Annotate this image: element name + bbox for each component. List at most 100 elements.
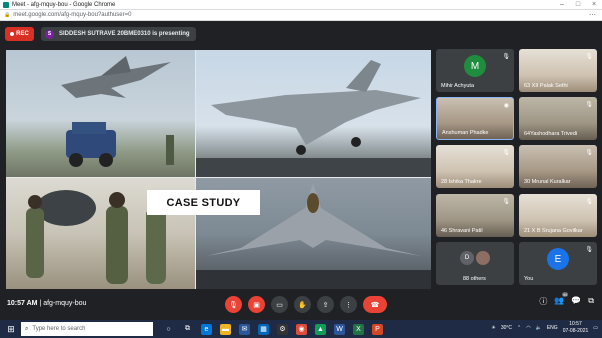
recording-badge[interactable]: REC <box>5 27 34 41</box>
participant-tile[interactable]: ◉ Anshuman Phadke <box>436 97 514 140</box>
temperature[interactable]: 30°C <box>501 325 512 331</box>
participant-avatar <box>476 251 490 265</box>
record-dot-icon <box>10 32 15 36</box>
activities-button[interactable]: ⧉ <box>588 296 594 307</box>
meet-control-bar: 10:57 AM | afg-mquy-bou 🎙 ▣ ▭ ✋ ⇪ ⋮ ☎ ⓘ … <box>0 290 602 319</box>
wifi-icon[interactable]: ◠ <box>526 325 530 331</box>
presenting-text: SIDDESH SUTRAVE 20BME0310 is presenting <box>59 31 190 37</box>
participant-tile[interactable]: 🎙 21 X B Srujana Govilkar <box>519 194 597 237</box>
mic-off-icon: 🎙 <box>585 54 593 60</box>
present-icon: ⇪ <box>322 301 329 309</box>
more-vert-icon: ⋮ <box>345 301 352 309</box>
edge-icon[interactable]: e <box>201 323 212 335</box>
mic-off-icon: 🎙 <box>502 150 510 156</box>
meeting-info: 10:57 AM | afg-mquy-bou <box>7 300 86 307</box>
others-avatars: D <box>460 251 490 265</box>
system-tray: ☀ 30°C ⌃ ◠ 🔈 ENG 10:57 07-08-2021 ▭ <box>491 321 598 335</box>
captions-icon: ▭ <box>276 301 283 309</box>
search-icon: ⌕ <box>25 325 29 332</box>
mic-off-icon: 🎙 <box>585 150 593 156</box>
participant-tile[interactable]: 🎙 46 Shravani Patil <box>436 194 514 237</box>
people-button[interactable]: 👥 96 <box>554 292 569 307</box>
others-tile[interactable]: D 88 others <box>436 242 514 285</box>
side-controls: ⓘ 👥 96 💬 ⧉ <box>539 292 594 307</box>
speaking-icon: ◉ <box>503 103 509 109</box>
file-explorer-icon[interactable]: ▬ <box>220 323 231 335</box>
raise-hand-button[interactable]: ✋ <box>294 296 311 313</box>
chrome-icon[interactable]: ◉ <box>296 323 307 335</box>
tray-chevron-icon[interactable]: ⌃ <box>517 325 521 331</box>
address-bar[interactable]: 🔒 meet.google.com/afg-mquy-bou?authuser=… <box>0 10 602 21</box>
minimize-icon[interactable]: – <box>554 0 570 10</box>
mic-toggle-button[interactable]: 🎙 <box>225 296 242 313</box>
participant-tile[interactable]: 🎙 63 XII Palak Sethi <box>519 49 597 92</box>
meeting-time: 10:57 AM <box>7 300 38 307</box>
settings-icon[interactable]: ⚙ <box>277 323 288 335</box>
lock-icon[interactable]: 🔒 <box>4 12 10 18</box>
weather-icon[interactable]: ☀ <box>491 325 495 331</box>
participant-avatar: D <box>460 251 474 265</box>
mic-off-icon: 🎙 <box>585 199 593 205</box>
extension-icon[interactable]: ⋯ <box>589 11 596 19</box>
presenting-banner: S SIDDESH SUTRAVE 20BME0310 is presentin… <box>41 27 196 41</box>
mic-off-icon: 🎙 <box>502 54 510 60</box>
notifications-icon[interactable]: ▭ <box>593 325 598 331</box>
mic-off-icon: 🎙 <box>229 301 238 309</box>
clock-time: 10:57 <box>569 321 582 327</box>
slide-image-tejas-jet <box>6 50 195 177</box>
close-icon[interactable]: × <box>586 0 602 10</box>
shared-screen: CASE STUDY <box>6 50 431 289</box>
url-text[interactable]: meet.google.com/afg-mquy-bou?authuser=0 <box>13 12 131 18</box>
present-button[interactable]: ⇪ <box>317 296 334 313</box>
others-label: 88 others <box>463 276 486 282</box>
cortana-icon[interactable]: ○ <box>163 324 174 335</box>
meet-favicon-icon <box>3 1 9 8</box>
language-indicator[interactable]: ENG <box>547 325 558 331</box>
mail-icon[interactable]: ✉ <box>239 323 250 335</box>
store-icon[interactable]: ▦ <box>258 323 269 335</box>
participant-name: Anshuman Phadke <box>442 130 489 136</box>
meeting-code: afg-mquy-bou <box>43 300 87 307</box>
participant-tile[interactable]: M 🎙 Mihir Achyuta <box>436 49 514 92</box>
excel-icon[interactable]: X <box>353 323 364 335</box>
leave-call-button[interactable]: ☎ <box>363 296 387 313</box>
participant-name: 21 X B Srujana Govilkar <box>524 228 583 234</box>
self-name: You <box>524 276 534 282</box>
camera-toggle-button[interactable]: ▣ <box>248 296 265 313</box>
meet-stage: REC S SIDDESH SUTRAVE 20BME0310 is prese… <box>0 21 602 320</box>
clock-date: 07-08-2021 <box>562 328 589 334</box>
mic-off-icon: 🎙 <box>585 247 593 253</box>
powerpoint-icon[interactable]: P <box>372 323 383 335</box>
self-tile[interactable]: E 🎙 You <box>519 242 597 285</box>
participant-name: Mihir Achyuta <box>441 83 475 89</box>
maximize-icon[interactable]: □ <box>570 0 586 10</box>
slide-image-sukhoi-jet <box>196 50 431 177</box>
volume-icon[interactable]: 🔈 <box>536 325 542 331</box>
participant-name: 64Yashodhara Trivedi <box>524 131 578 137</box>
participant-tile[interactable]: 🎙 30 Mrunal Kuralkar <box>519 145 597 188</box>
participant-avatar: M <box>464 55 486 77</box>
jet-illustration <box>196 60 431 177</box>
start-button[interactable]: ⊞ <box>4 322 18 336</box>
taskbar-search[interactable]: ⌕ Type here to search <box>21 322 153 336</box>
word-icon[interactable]: W <box>334 323 345 335</box>
participant-tile[interactable]: 🎙 28 Ishika Thakre <box>436 145 514 188</box>
jet-illustration <box>61 56 174 167</box>
participant-tile[interactable]: 🎙 64Yashodhara Trivedi <box>519 97 597 140</box>
chat-button[interactable]: 💬 <box>571 296 581 307</box>
participants-count-badge: 96 <box>561 292 569 297</box>
camera-off-icon: ▣ <box>253 301 260 309</box>
more-options-button[interactable]: ⋮ <box>340 296 357 313</box>
windows-taskbar: ⊞ ⌕ Type here to search ○ ⧉ e ▬ ✉ ▦ ⚙ ◉ … <box>0 320 602 338</box>
captions-button[interactable]: ▭ <box>271 296 288 313</box>
presenter-avatar: S <box>45 29 54 39</box>
taskbar-apps: ○ ⧉ e ▬ ✉ ▦ ⚙ ◉ ▲ W X P <box>163 323 383 335</box>
participant-name: 28 Ishika Thakre <box>441 179 482 185</box>
rec-label: REC <box>16 31 29 37</box>
search-placeholder: Type here to search <box>32 326 86 332</box>
drive-icon[interactable]: ▲ <box>315 323 326 335</box>
taskbar-clock[interactable]: 10:57 07-08-2021 <box>563 321 589 335</box>
meeting-details-button[interactable]: ⓘ <box>539 296 547 307</box>
task-view-icon[interactable]: ⧉ <box>182 324 193 335</box>
hand-icon: ✋ <box>298 301 307 309</box>
